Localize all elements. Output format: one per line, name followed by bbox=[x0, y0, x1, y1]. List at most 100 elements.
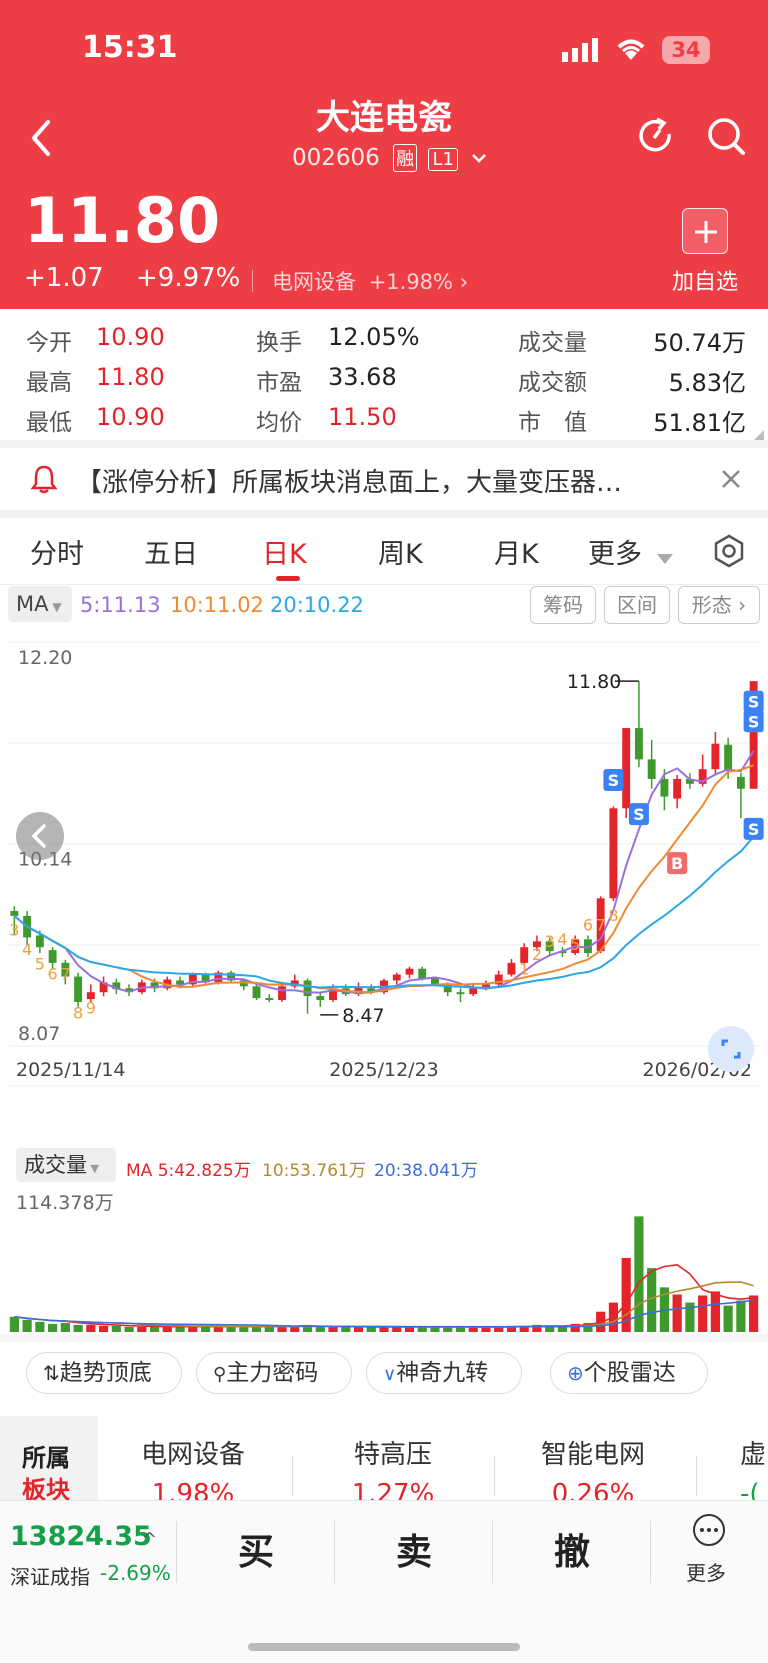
volume-bar bbox=[557, 1326, 568, 1332]
nine-turn-count: 7 bbox=[596, 916, 606, 935]
notice-bar[interactable]: 【涨停分析】所属板块消息面上，大量变压器… bbox=[0, 448, 768, 510]
chevron-up-icon[interactable]: ^ bbox=[142, 1529, 157, 1550]
volume-bar bbox=[315, 1326, 325, 1332]
pattern-button[interactable]: 形态 › bbox=[678, 586, 760, 624]
radar-pill[interactable]: ⊕个股雷达 bbox=[550, 1352, 708, 1394]
volume-bar bbox=[328, 1326, 338, 1332]
ma-selector-label: MA bbox=[16, 592, 49, 616]
stat-label: 今开 bbox=[26, 330, 72, 356]
volume-bar bbox=[175, 1326, 185, 1332]
sector-item-name: 电网设备 bbox=[140, 1440, 245, 1470]
sector-item-name: 特高压 bbox=[353, 1440, 432, 1470]
candle-body bbox=[35, 935, 44, 948]
volume-bar bbox=[277, 1326, 287, 1332]
stat-value: 10.90 bbox=[96, 323, 165, 351]
stock-header: 15:31 34 大连电瓷 002606 融 L1 11.80 +1.07 +9… bbox=[0, 0, 768, 309]
sector-item-name: 智能电网 bbox=[540, 1440, 645, 1470]
sector-link[interactable]: 电网设备 +1.98% › bbox=[272, 266, 468, 296]
close-icon[interactable] bbox=[720, 468, 742, 490]
candle-body bbox=[431, 978, 439, 985]
sector-item[interactable]: 电网设备 1.98% bbox=[100, 1434, 286, 1502]
ma-selector[interactable]: MA ▼ bbox=[8, 586, 72, 622]
tab-monthly-k[interactable]: 月K bbox=[494, 532, 539, 571]
radar-pill-label: 个股雷达 bbox=[583, 1360, 676, 1386]
section-gap bbox=[0, 1334, 768, 1342]
chip-button[interactable]: 筹码 bbox=[530, 586, 596, 624]
stat-value: 33.68 bbox=[328, 363, 397, 391]
sector-item[interactable]: 虚 -( bbox=[740, 1434, 768, 1502]
candlestick-chart[interactable]: 12.2010.148.0711.808.472025/11/14 2025/12… bbox=[0, 628, 768, 1112]
bottom-bar: 13824.35 ^ 深证成指 -2.69% 买 卖 撤 更多 bbox=[0, 1500, 768, 1663]
ma5-line bbox=[13, 750, 755, 994]
scroll-left-button[interactable] bbox=[16, 812, 64, 860]
candle-body bbox=[736, 776, 745, 789]
buy-button[interactable]: 买 bbox=[178, 1523, 334, 1575]
candle-body bbox=[252, 986, 261, 999]
price-change-pct: +9.97% bbox=[136, 263, 241, 293]
ma20-line bbox=[13, 836, 755, 989]
volume-bar bbox=[124, 1326, 134, 1332]
more-button[interactable]: 更多 bbox=[656, 1513, 766, 1593]
refresh-icon[interactable] bbox=[636, 116, 676, 156]
index-value[interactable]: 13824.35 bbox=[10, 1521, 152, 1552]
nine-turn-count: 6 bbox=[583, 916, 593, 935]
fullscreen-button[interactable] bbox=[708, 1026, 754, 1072]
sell-signal-text: S bbox=[748, 820, 760, 839]
tab-daily-k[interactable]: 日K bbox=[262, 532, 307, 571]
volume-bar bbox=[672, 1294, 682, 1332]
candle-body bbox=[469, 988, 478, 995]
tab-intraday[interactable]: 分时 bbox=[30, 532, 84, 571]
battery-icon: 34 bbox=[662, 36, 710, 64]
sector-item-change: -( bbox=[740, 1479, 760, 1502]
volume-bar bbox=[9, 1316, 19, 1332]
nine-turn-count: 6 bbox=[48, 964, 58, 983]
battery-level: 34 bbox=[671, 38, 701, 62]
radar-icon: ⊕ bbox=[567, 1361, 584, 1385]
cancel-button[interactable]: 撤 bbox=[494, 1523, 650, 1575]
sector-tag-line2: 板块 bbox=[22, 1476, 70, 1502]
quote-stats: 今开 10.90 最高 11.80 最低 10.90 换手 12.05% 市盈 33.68 均价 11… bbox=[0, 309, 768, 449]
candle-body bbox=[660, 778, 669, 797]
expand-corner-icon[interactable] bbox=[752, 427, 764, 442]
sell-signal-text: S bbox=[633, 805, 645, 824]
nine-turn-count: 8 bbox=[608, 906, 618, 925]
volume-bar bbox=[213, 1326, 223, 1332]
volume-bar bbox=[341, 1326, 351, 1332]
trend-pill[interactable]: ⇅趋势顶底 bbox=[26, 1352, 182, 1394]
candle-body bbox=[609, 808, 618, 899]
settings-icon[interactable] bbox=[712, 534, 746, 568]
stat-label: 成交额 bbox=[518, 370, 587, 396]
main-force-pill[interactable]: ⚲主力密码 bbox=[196, 1352, 352, 1394]
key-icon: ⚲ bbox=[213, 1364, 227, 1385]
volume-selector[interactable]: 成交量 ▼ bbox=[16, 1148, 116, 1182]
bottom-divider bbox=[650, 1521, 651, 1583]
tabs-divider bbox=[0, 584, 768, 585]
stock-code-row[interactable]: 002606 融 L1 bbox=[292, 144, 487, 176]
nine-turn-count: 9 bbox=[86, 999, 96, 1018]
stat-label: 最高 bbox=[26, 370, 72, 396]
caret-down-icon: ▼ bbox=[87, 1162, 99, 1175]
sector-item-change: 1.98% bbox=[151, 1479, 235, 1502]
volume-bar bbox=[698, 1295, 708, 1332]
sell-signal-text: S bbox=[608, 771, 620, 790]
candle-body bbox=[48, 950, 57, 963]
add-watch-button[interactable]: 加自选 bbox=[672, 208, 746, 298]
caret-down-icon bbox=[656, 540, 673, 571]
stat-value: 51.81亿 bbox=[653, 409, 746, 437]
sector-item[interactable]: 特高压 1.27% bbox=[300, 1434, 486, 1502]
tab-more[interactable]: 更多 bbox=[588, 532, 673, 571]
candle-body bbox=[303, 980, 312, 997]
search-icon[interactable] bbox=[706, 116, 746, 156]
magic-nine-pill[interactable]: ∨神奇九转 bbox=[366, 1352, 522, 1394]
tab-weekly-k[interactable]: 周K bbox=[378, 532, 423, 571]
margin-badge: 融 bbox=[393, 144, 418, 172]
range-button[interactable]: 区间 bbox=[604, 586, 670, 624]
sell-button[interactable]: 卖 bbox=[336, 1523, 492, 1575]
sector-tag: 所属 板块 bbox=[0, 1416, 98, 1502]
nine-turn-count: 3 bbox=[9, 920, 19, 939]
tab-five-day[interactable]: 五日 bbox=[144, 532, 198, 571]
candle-body bbox=[10, 911, 19, 916]
bottom-divider bbox=[334, 1521, 335, 1583]
stat-label: 市盈 bbox=[256, 370, 302, 396]
sector-item[interactable]: 智能电网 0.26% bbox=[500, 1434, 686, 1502]
